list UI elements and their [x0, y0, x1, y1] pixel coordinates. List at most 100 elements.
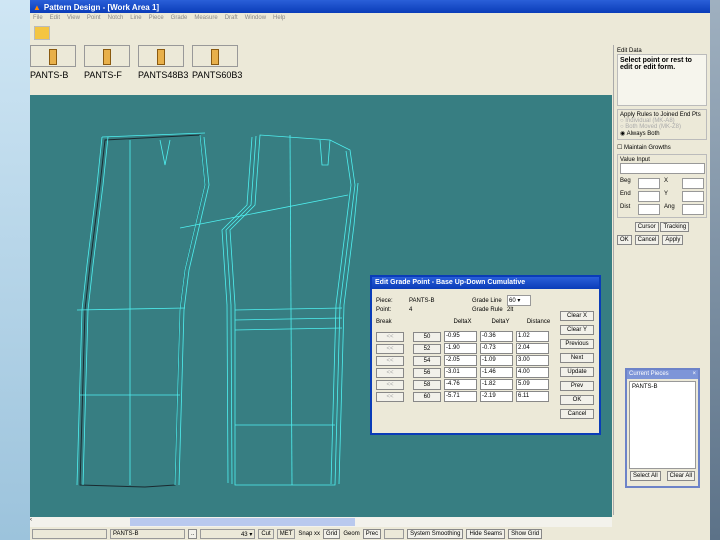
status-blank2: [384, 528, 405, 539]
dialog-button[interactable]: OK: [560, 395, 594, 405]
break-button[interactable]: <<: [376, 367, 404, 378]
grade-dx-field[interactable]: -0.95: [444, 331, 477, 342]
grade-dist-field[interactable]: 4.00: [516, 367, 549, 378]
menu-item[interactable]: Draft: [225, 15, 238, 21]
browse-button[interactable]: ..: [188, 528, 198, 539]
menu-item[interactable]: Grade: [171, 15, 188, 21]
apply-option-radio[interactable]: ◉ Always Both: [620, 130, 704, 137]
break-button[interactable]: <<: [376, 355, 404, 366]
piece-tab[interactable]: PANTS-B: [30, 45, 76, 80]
dialog-button[interactable]: Update: [560, 367, 594, 377]
break-button[interactable]: <<: [376, 379, 404, 390]
menu-item[interactable]: Edit: [50, 15, 60, 21]
maintain-growths-checkbox[interactable]: ☐ Maintain Growths: [617, 144, 707, 151]
piece-tab[interactable]: PANTS60B3: [192, 45, 242, 80]
status-piece: PANTS-B: [110, 528, 185, 539]
value-field[interactable]: [638, 204, 660, 215]
grade-dx-field[interactable]: -1.90: [444, 343, 477, 354]
size-button[interactable]: 54: [413, 355, 441, 366]
size-button[interactable]: 50: [413, 331, 441, 342]
dialog-button[interactable]: Clear Y: [560, 325, 594, 335]
size-value: 43: [240, 531, 248, 538]
menu-item[interactable]: Piece: [149, 15, 164, 21]
grade-dy-field[interactable]: -2.19: [480, 391, 513, 402]
size-button[interactable]: 56: [413, 367, 441, 378]
ok-button[interactable]: OK: [617, 235, 632, 245]
scroll-left-icon[interactable]: ‹: [30, 517, 32, 523]
menu-item[interactable]: File: [33, 15, 43, 21]
value-input-group: Value Input Beg X End Y Dist Ang: [617, 154, 707, 218]
grade-dy-field[interactable]: -0.36: [480, 331, 513, 342]
grade-dist-field[interactable]: 3.00: [516, 355, 549, 366]
menu-item[interactable]: Notch: [108, 15, 124, 21]
value-field[interactable]: [638, 178, 660, 189]
grade-dy-field[interactable]: -0.73: [480, 343, 513, 354]
grade-dist-field[interactable]: 2.04: [516, 343, 549, 354]
menu-item[interactable]: Help: [273, 15, 285, 21]
select-all-button[interactable]: Select All: [629, 471, 661, 481]
apply-button[interactable]: Apply: [662, 235, 684, 245]
piece-thumbnail[interactable]: [192, 45, 238, 67]
dialog-button[interactable]: Previous: [560, 339, 594, 349]
current-pieces-panel: Current Pieces × PANTS-B Select All Clear …: [625, 368, 700, 488]
grade-dx-field[interactable]: -3.01: [444, 367, 477, 378]
value-field[interactable]: [638, 191, 660, 202]
dialog-button[interactable]: Cancel: [560, 409, 594, 419]
value-field[interactable]: [682, 204, 704, 215]
grid-button[interactable]: Grid: [323, 528, 341, 539]
work-area-canvas[interactable]: Edit Grade Point - Base Up-Down Cumulati…: [30, 95, 612, 517]
break-button[interactable]: <<: [376, 343, 404, 354]
list-item[interactable]: PANTS-B: [632, 384, 693, 390]
status-blank: [32, 528, 107, 539]
cancel-button[interactable]: Cancel: [634, 235, 660, 245]
piece-thumbnail[interactable]: [138, 45, 184, 67]
grade-dist-field[interactable]: 1.02: [516, 331, 549, 342]
horizontal-scrollbar[interactable]: ‹: [30, 517, 612, 527]
cursor-button[interactable]: Cursor: [634, 222, 659, 232]
show-grid-button[interactable]: Show Grid: [508, 528, 543, 539]
piece-tab[interactable]: PANTS48B3: [138, 45, 189, 80]
grade-dx-field[interactable]: -5.71: [444, 391, 477, 402]
grade-dy-field[interactable]: -1.46: [480, 367, 513, 378]
grade-dist-field[interactable]: 6.11: [516, 391, 549, 402]
piece-thumbnail[interactable]: [84, 45, 130, 67]
dialog-button[interactable]: Clear X: [560, 311, 594, 321]
grade-dy-field[interactable]: -1.82: [480, 379, 513, 390]
piece-tab[interactable]: PANTS-F: [84, 45, 130, 80]
system-smoothing-button[interactable]: System Smoothing: [407, 528, 464, 539]
close-icon[interactable]: ×: [692, 371, 696, 377]
size-button[interactable]: 52: [413, 343, 441, 354]
size-select[interactable]: 43 ▾: [200, 528, 256, 539]
size-button[interactable]: 60: [413, 391, 441, 402]
value-field[interactable]: [682, 178, 704, 189]
menu-item[interactable]: Point: [87, 15, 101, 21]
break-button[interactable]: <<: [376, 391, 404, 402]
size-button[interactable]: 58: [413, 379, 441, 390]
grade-dy-field[interactable]: -1.09: [480, 355, 513, 366]
menu-item[interactable]: View: [67, 15, 80, 21]
grade-dx-field[interactable]: -2.05: [444, 355, 477, 366]
menu-item[interactable]: Line: [130, 15, 141, 21]
tracking-button[interactable]: Tracking: [660, 222, 690, 232]
grade-dist-field[interactable]: 5.09: [516, 379, 549, 390]
value-input-field[interactable]: [620, 163, 705, 174]
dialog-button[interactable]: Next: [560, 353, 594, 363]
break-button[interactable]: <<: [376, 331, 404, 342]
menu-item[interactable]: Measure: [194, 15, 217, 21]
grade-line-label: Grade Line: [472, 297, 502, 304]
prec-button[interactable]: Prec: [362, 528, 382, 539]
clear-all-button[interactable]: Clear All: [666, 471, 695, 481]
menu-item[interactable]: Window: [245, 15, 266, 21]
piece-thumbnail[interactable]: [30, 45, 76, 67]
scroll-thumb[interactable]: [130, 518, 355, 526]
grade-line-select[interactable]: 60 ▾: [507, 295, 531, 306]
hide-seams-button[interactable]: Hide Seams: [466, 528, 506, 539]
piece-bar: PANTS-B PANTS-F PANTS48B3 PANTS60B3: [30, 45, 242, 80]
menu-bar: File Edit View Point Notch Line Piece Grade Meas…: [30, 13, 710, 23]
piece-label: PANTS-B: [30, 70, 69, 80]
dialog-button[interactable]: Prev: [560, 381, 594, 391]
piece-label: PANTS48B3: [138, 70, 189, 80]
value-field[interactable]: [682, 191, 704, 202]
grade-dx-field[interactable]: -4.76: [444, 379, 477, 390]
folder-icon[interactable]: [34, 26, 50, 40]
